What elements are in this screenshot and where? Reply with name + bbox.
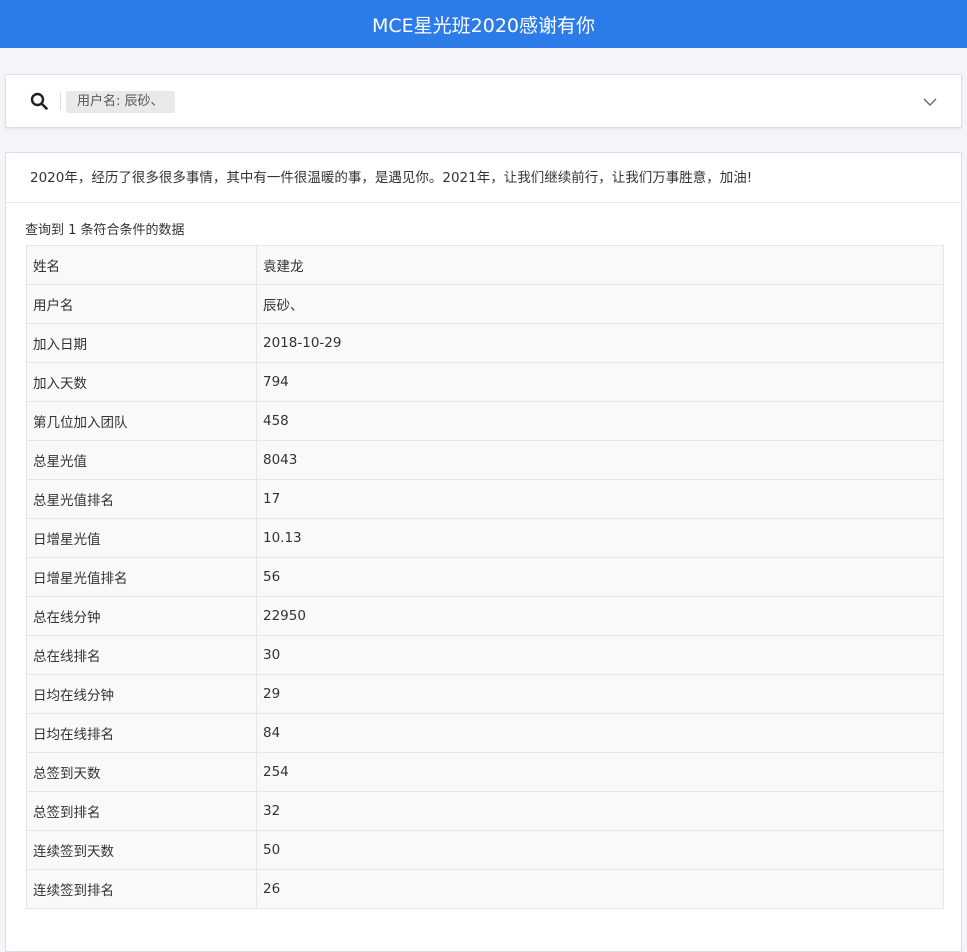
row-value: 50 — [256, 830, 944, 870]
table-row: 总签到天数 254 — [26, 752, 944, 792]
row-value: 29 — [256, 674, 944, 714]
row-label: 日增星光值排名 — [26, 557, 257, 597]
row-value: 8043 — [256, 440, 944, 480]
row-label: 加入天数 — [26, 362, 257, 402]
table-row: 日均在线分钟 29 — [26, 674, 944, 714]
row-label: 总在线分钟 — [26, 596, 257, 636]
row-label: 姓名 — [26, 245, 257, 285]
row-label: 日均在线排名 — [26, 713, 257, 753]
result-count: 查询到 1 条符合条件的数据 — [25, 223, 185, 238]
search-panel[interactable]: 用户名: 辰砂、 — [5, 74, 962, 128]
row-label: 加入日期 — [26, 323, 257, 363]
filter-chip-username[interactable]: 用户名: 辰砂、 — [66, 91, 175, 113]
row-value: 辰砂、 — [256, 284, 944, 324]
search-icon[interactable] — [30, 92, 48, 110]
table-row: 总签到排名 32 — [26, 791, 944, 831]
row-value: 56 — [256, 557, 944, 597]
table-row: 日增星光值排名 56 — [26, 557, 944, 597]
user-data-table: 姓名 袁建龙 用户名 辰砂、 加入日期 2018-10-29 加入天数 794 第几位加入团队 4… — [26, 245, 944, 909]
table-row: 用户名 辰砂、 — [26, 284, 944, 324]
row-label: 日均在线分钟 — [26, 674, 257, 714]
row-value: 458 — [256, 401, 944, 441]
row-value: 32 — [256, 791, 944, 831]
table-row: 总星光值 8043 — [26, 440, 944, 480]
row-label: 总在线排名 — [26, 635, 257, 675]
row-value: 794 — [256, 362, 944, 402]
row-value: 30 — [256, 635, 944, 675]
row-value: 26 — [256, 869, 944, 909]
row-value: 2018-10-29 — [256, 323, 944, 363]
row-value: 17 — [256, 479, 944, 519]
row-value: 22950 — [256, 596, 944, 636]
table-row: 总在线分钟 22950 — [26, 596, 944, 636]
chevron-down-icon[interactable] — [923, 95, 937, 109]
table-row: 连续签到排名 26 — [26, 869, 944, 909]
page-title: MCE星光班2020感谢有你 — [371, 14, 596, 37]
row-label: 日增星光值 — [26, 518, 257, 558]
table-row: 加入天数 794 — [26, 362, 944, 402]
table-row: 第几位加入团队 458 — [26, 401, 944, 441]
row-value: 10.13 — [256, 518, 944, 558]
row-label: 总签到天数 — [26, 752, 257, 792]
app-header: MCE星光班2020感谢有你 — [0, 0, 967, 48]
row-value: 84 — [256, 713, 944, 753]
row-label: 连续签到天数 — [26, 830, 257, 870]
row-label: 连续签到排名 — [26, 869, 257, 909]
row-label: 用户名 — [26, 284, 257, 324]
table-row: 姓名 袁建龙 — [26, 245, 944, 285]
table-row: 加入日期 2018-10-29 — [26, 323, 944, 363]
table-row: 日均在线排名 84 — [26, 713, 944, 753]
row-label: 总签到排名 — [26, 791, 257, 831]
row-label: 总星光值排名 — [26, 479, 257, 519]
greeting-message: 2020年，经历了很多很多事情，其中有一件很温暖的事，是遇见你。2021年，让我… — [6, 153, 961, 203]
table-row: 日增星光值 10.13 — [26, 518, 944, 558]
row-label: 总星光值 — [26, 440, 257, 480]
table-row: 连续签到天数 50 — [26, 830, 944, 870]
result-card: 2020年，经历了很多很多事情，其中有一件很温暖的事，是遇见你。2021年，让我… — [5, 152, 962, 952]
search-divider — [60, 92, 61, 110]
table-row: 总在线排名 30 — [26, 635, 944, 675]
table-row: 总星光值排名 17 — [26, 479, 944, 519]
row-value: 袁建龙 — [256, 245, 944, 285]
row-label: 第几位加入团队 — [26, 401, 257, 441]
row-value: 254 — [256, 752, 944, 792]
